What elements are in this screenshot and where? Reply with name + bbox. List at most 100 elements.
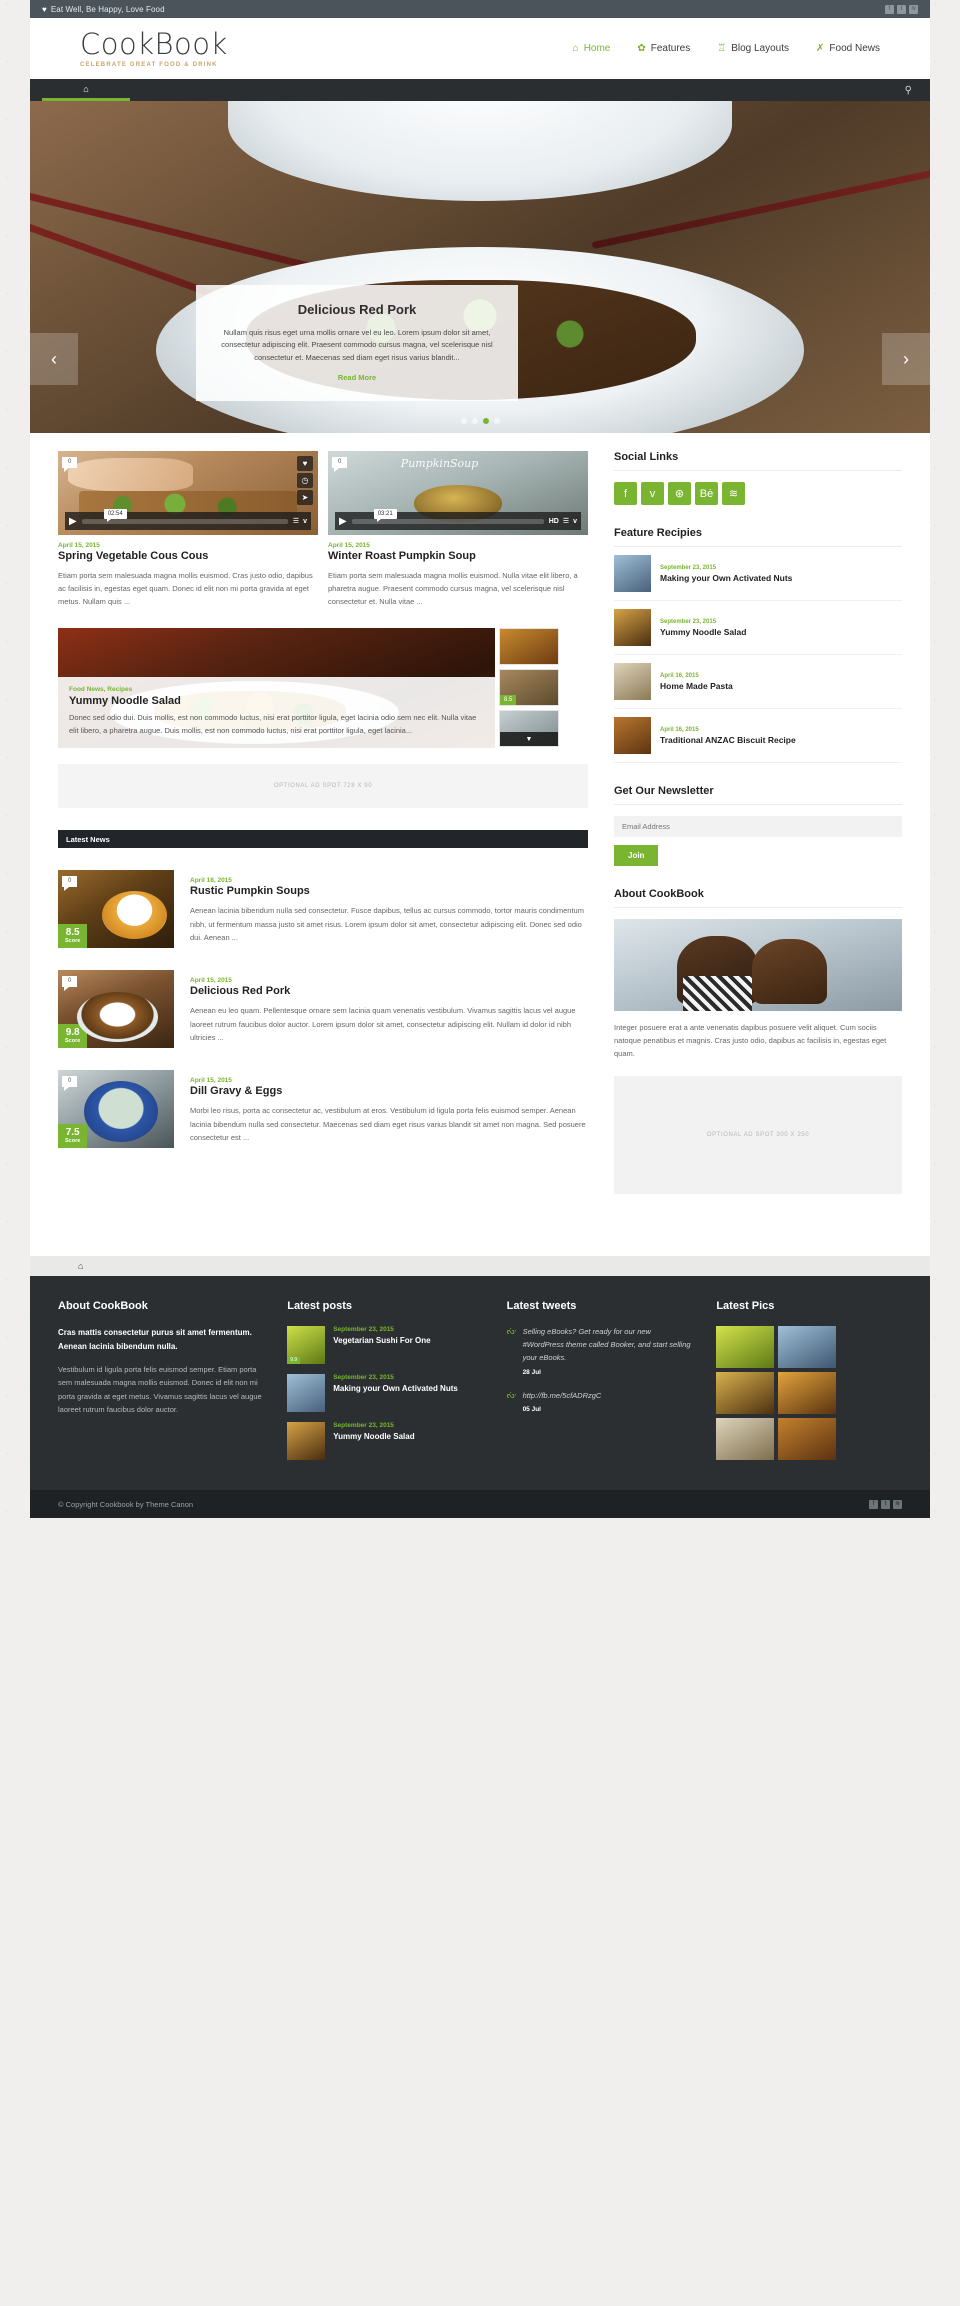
recipe-list-item[interactable]: April 16, 2015 Home Made Pasta: [614, 655, 902, 709]
widget-social-links: Social Links f ᴠ ⊛ Bė ≋: [614, 451, 902, 505]
search-button[interactable]: ⚲: [905, 79, 918, 101]
post-title[interactable]: Dill Gravy & Eggs: [190, 1085, 588, 1097]
video-post-card[interactable]: PumpkinSoup 0 ▶ 03:21 HD ☰ v April 15, 2…: [328, 451, 588, 608]
slider-dot[interactable]: [493, 418, 500, 424]
footer-post-item[interactable]: 9.9 September 23, 2015 Vegetarian Sushi …: [287, 1326, 482, 1365]
slider-next-arrow[interactable]: ›: [882, 333, 930, 385]
comment-count-badge: 0: [62, 1076, 78, 1092]
footer-title-about: About CookBook: [58, 1300, 148, 1313]
recipe-thumbnail: [614, 663, 651, 700]
video-post-card[interactable]: 0 ♥ ◷ ➤ ▶ 02:54 ☰ v April 15, 2015 Sprin…: [58, 451, 318, 608]
footer-column-pics: Latest Pics: [716, 1300, 902, 1470]
play-icon[interactable]: ▶: [69, 516, 77, 527]
behance-icon[interactable]: Bė: [695, 482, 718, 505]
twitter-icon[interactable]: ᴠ: [641, 482, 664, 505]
recipe-title[interactable]: Traditional ANZAC Biscuit Recipe: [660, 735, 796, 745]
nav-item-home[interactable]: ⌂ Home: [573, 43, 611, 54]
read-more-link[interactable]: Read More: [338, 373, 376, 382]
twitter-icon[interactable]: t: [881, 1499, 890, 1509]
post-title[interactable]: Winter Roast Pumpkin Soup: [328, 550, 588, 562]
post-title[interactable]: Delicious Red Pork: [190, 985, 588, 997]
video-progress-track[interactable]: 03:21: [351, 508, 544, 524]
tweet-text[interactable]: http://fb.me/5cfADRzgC: [523, 1390, 602, 1403]
pic-thumbnail[interactable]: [778, 1418, 837, 1461]
nav-item-food-news[interactable]: ✗ Food News: [816, 43, 880, 54]
vimeo-icon[interactable]: v: [573, 518, 577, 525]
nav-item-blog-layouts[interactable]: ♖ Blog Layouts: [717, 43, 789, 54]
pic-thumbnail[interactable]: [778, 1372, 837, 1415]
facebook-icon[interactable]: f: [885, 4, 894, 14]
featured-overlay: Food News, Recipes Yummy Noodle Salad Do…: [58, 676, 495, 749]
pic-thumbnail[interactable]: [716, 1372, 775, 1415]
hd-badge: HD: [548, 517, 559, 525]
rss-icon[interactable]: ≋: [722, 482, 745, 505]
featured-thumb[interactable]: [499, 628, 559, 666]
news-list-item: 0 9.8 Score April 15, 2015 Delicious Red…: [58, 970, 588, 1049]
video-progress-track[interactable]: 02:54: [81, 508, 288, 524]
slider-dots: [30, 418, 930, 424]
nav-label-home: Home: [583, 43, 611, 54]
pic-thumbnail[interactable]: [716, 1326, 775, 1369]
video-thumbnail[interactable]: PumpkinSoup 0 ▶ 03:21 HD ☰ v: [328, 451, 588, 535]
post-title[interactable]: Rustic Pumpkin Soups: [190, 885, 588, 897]
video-thumbnail[interactable]: 0 ♥ ◷ ➤ ▶ 02:54 ☰ v: [58, 451, 318, 535]
vimeo-icon[interactable]: v: [303, 518, 307, 525]
post-date: April 15, 2015: [58, 542, 100, 549]
recipe-title[interactable]: Home Made Pasta: [660, 681, 733, 691]
email-input[interactable]: [614, 816, 902, 837]
footer-post-title[interactable]: Making your Own Activated Nuts: [333, 1383, 458, 1394]
featured-main-image[interactable]: Food News, Recipes Yummy Noodle Salad Do…: [58, 628, 495, 749]
nav-item-features[interactable]: ✿ Features: [637, 43, 690, 54]
footer-about-lead: Cras mattis consectetur purus sit amet f…: [58, 1328, 252, 1351]
join-button[interactable]: Join: [614, 845, 659, 866]
recipe-list-item[interactable]: September 23, 2015 Yummy Noodle Salad: [614, 601, 902, 655]
brand-block[interactable]: CookBook CELEBRATE GREAT FOOD & DRINK: [42, 29, 228, 68]
tweet-text[interactable]: Selling eBooks? Get ready for our new #W…: [523, 1326, 693, 1364]
twitter-icon[interactable]: t: [897, 4, 906, 14]
home-icon[interactable]: ⌂: [78, 1261, 83, 1271]
facebook-icon[interactable]: f: [614, 482, 637, 505]
inline-ad-slot: OPTIONAL AD SPOT 728 X 90: [58, 764, 588, 809]
play-icon[interactable]: ▶: [339, 516, 347, 527]
slider-caption: Delicious Red Pork Nullam quis risus ege…: [196, 285, 518, 402]
slider-dot[interactable]: [471, 418, 478, 424]
heart-icon[interactable]: ♥: [297, 456, 313, 471]
rss-icon[interactable]: ≋: [909, 4, 918, 14]
footer-post-item[interactable]: September 23, 2015 Yummy Noodle Salad: [287, 1422, 482, 1461]
rss-icon[interactable]: ≋: [893, 1499, 902, 1509]
fullscreen-icon[interactable]: ☰: [293, 517, 299, 525]
recipe-list-item[interactable]: April 16, 2015 Traditional ANZAC Biscuit…: [614, 709, 902, 763]
fullscreen-icon[interactable]: ☰: [563, 517, 569, 525]
comment-count-badge: 0: [62, 876, 78, 892]
facebook-icon[interactable]: f: [869, 1499, 878, 1509]
comment-count-badge: 0: [62, 457, 78, 472]
news-thumbnail[interactable]: 0 7.5 Score: [58, 1070, 174, 1149]
slider-prev-arrow[interactable]: ‹: [30, 333, 78, 385]
featured-thumb[interactable]: ▼: [499, 710, 559, 748]
slide-text: Nullam quis risus eget urna mollis ornar…: [221, 328, 493, 362]
featured-thumb[interactable]: 8.5: [499, 669, 559, 707]
clock-icon[interactable]: ◷: [297, 473, 313, 488]
footer-post-title[interactable]: Yummy Noodle Salad: [333, 1431, 414, 1442]
featured-title[interactable]: Yummy Noodle Salad: [69, 695, 484, 707]
pic-thumbnail[interactable]: [716, 1418, 775, 1461]
recipe-title[interactable]: Making your Own Activated Nuts: [660, 573, 792, 583]
recipe-title[interactable]: Yummy Noodle Salad: [660, 627, 746, 637]
news-thumbnail[interactable]: 0 9.8 Score: [58, 970, 174, 1049]
recipe-list-item[interactable]: September 23, 2015 Making your Own Activ…: [614, 547, 902, 601]
slider-dot-active[interactable]: [482, 418, 489, 424]
dribbble-icon[interactable]: ⊛: [668, 482, 691, 505]
scroll-down-button[interactable]: ▼: [500, 732, 558, 747]
slider-dot[interactable]: [460, 418, 467, 424]
send-icon[interactable]: ➤: [297, 490, 313, 505]
pic-thumbnail[interactable]: [778, 1326, 837, 1369]
featured-category[interactable]: Food News, Recipes: [69, 686, 484, 693]
footer-post-item[interactable]: September 23, 2015 Making your Own Activ…: [287, 1374, 482, 1413]
recipe-meta: April 16, 2015 Home Made Pasta: [660, 673, 733, 691]
footer-post-title[interactable]: Vegetarian Sushi For One: [333, 1335, 430, 1346]
news-thumbnail[interactable]: 0 8.5 Score: [58, 870, 174, 949]
post-excerpt: Etiam porta sem malesuada magna mollis e…: [328, 571, 578, 607]
leaf-icon: ✿: [637, 42, 646, 54]
breadcrumb-home-tab[interactable]: ⌂: [42, 79, 130, 101]
post-title[interactable]: Spring Vegetable Cous Cous: [58, 550, 318, 562]
